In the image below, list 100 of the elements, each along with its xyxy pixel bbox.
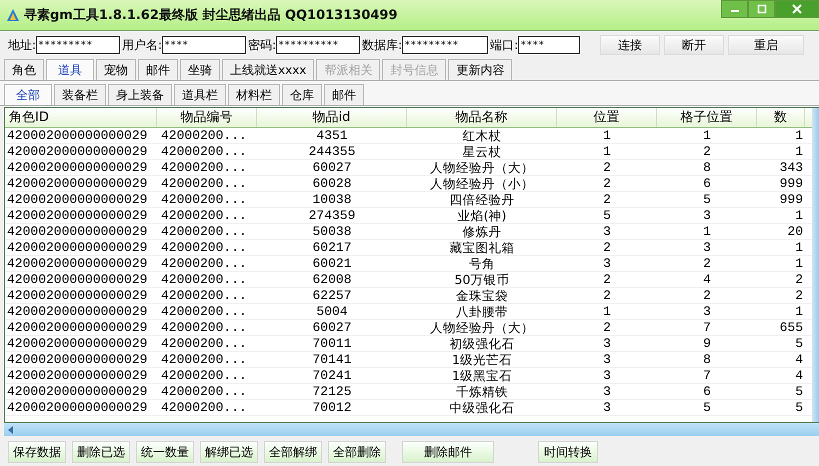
horizontal-scrollbar[interactable] (4, 423, 819, 436)
table-cell-text: 1级光芒石 (451, 352, 513, 367)
action-button[interactable]: 删除已选 (72, 441, 130, 463)
tab[interactable]: 身上装备 (108, 84, 172, 105)
table-cell-text: 420002000000000029 (6, 208, 148, 223)
column-header[interactable]: 物品名称 (407, 108, 557, 127)
tab[interactable]: 装备栏 (54, 84, 106, 105)
action-button[interactable]: 删除邮件 (402, 441, 494, 463)
field-label: 数据库: (362, 36, 402, 54)
text-field[interactable]: **** (162, 36, 246, 54)
table-cell-text: 420002000000000029 (6, 256, 148, 271)
tab[interactable]: 仓库 (282, 84, 322, 105)
table-cell-text: 5 (702, 192, 712, 207)
table-cell-text: 星云杖 (462, 144, 502, 159)
tab[interactable]: 宠物 (96, 59, 136, 80)
tab[interactable]: 上线就送xxxx (222, 59, 314, 80)
table-cell-text: 42000200... (160, 256, 248, 271)
table-cell-text: 420002000000000029 (6, 160, 148, 175)
tab[interactable]: 角色 (4, 59, 44, 80)
table-cell-text: 四倍经验丹 (448, 192, 516, 207)
table-cell-text: 2 (602, 192, 612, 207)
field-label: 用户名: (122, 36, 162, 54)
table-cell-text: 2 (702, 144, 712, 159)
maximize-icon (756, 4, 766, 14)
text-field[interactable]: **** (518, 36, 580, 54)
table-cell-text: 999 (778, 176, 804, 191)
table-cell-text: 号角 (468, 256, 496, 271)
table-cell-text: 3 (602, 400, 612, 415)
tab[interactable]: 更新内容 (448, 59, 512, 80)
table-cell-text: 1 (602, 144, 612, 159)
column-header[interactable]: 角色ID (5, 108, 157, 127)
table-cell-text: 2 (602, 160, 612, 175)
text-field[interactable]: ********* (36, 36, 120, 54)
close-icon (792, 4, 802, 14)
column-header[interactable]: 数 (757, 108, 805, 127)
close-button[interactable] (775, 0, 819, 18)
table-cell-text: 2 (602, 272, 612, 287)
action-button[interactable]: 统一数量 (136, 441, 194, 463)
table-cell-text: 初级强化石 (448, 336, 516, 351)
table-cell-text: 420002000000000029 (6, 384, 148, 399)
column-header[interactable]: 格子位置 (657, 108, 757, 127)
tab[interactable]: 邮件 (138, 59, 178, 80)
column-header[interactable]: 物品id (257, 108, 407, 127)
table-cell-text: 千炼精铁 (455, 384, 509, 399)
table-cell-text: 8 (702, 352, 712, 367)
field-label: 端口: (490, 36, 518, 54)
table-cell-text: 1 (702, 224, 712, 239)
table-cell-text: 70141 (311, 352, 352, 367)
toolbar-button[interactable]: 重启 (728, 35, 804, 55)
table-cell-text: 5 (794, 400, 804, 415)
table-cell-text: 9 (702, 336, 712, 351)
table-cell-text: 420002000000000029 (6, 288, 148, 303)
table-cell-text: 藏宝图礼箱 (448, 240, 516, 255)
tab[interactable]: 全部 (4, 84, 52, 105)
toolbar-button[interactable]: 连接 (600, 35, 660, 55)
table-cell-text: 4 (702, 272, 712, 287)
table-cell-text: 42000200... (160, 208, 248, 223)
action-button[interactable]: 全部删除 (328, 441, 386, 463)
vertical-scrollbar[interactable] (812, 108, 819, 422)
table-cell-text: 70241 (311, 368, 352, 383)
table-cell-text: 3 (602, 352, 612, 367)
scroll-left-arrow-icon (8, 426, 14, 434)
text-field[interactable]: ********** (276, 36, 360, 54)
table-cell-text: 3 (702, 240, 712, 255)
column-header[interactable]: 位置 (557, 108, 657, 127)
tab[interactable]: 道具 (46, 59, 94, 80)
table-cell-text: 3 (602, 336, 612, 351)
table-cell-text: 10038 (311, 192, 352, 207)
table-cell-text: 人物经验丹（大） (429, 320, 535, 335)
table-cell-text: 3 (702, 208, 712, 223)
action-button[interactable]: 保存数据 (8, 441, 66, 463)
text-field[interactable]: ********* (402, 36, 488, 54)
table-cell-text: 50万银币 (454, 272, 510, 287)
table-cell-text: 42000200... (160, 384, 248, 399)
table-cell-text: 42000200... (160, 368, 248, 383)
table-cell-text: 420002000000000029 (6, 304, 148, 319)
table-cell-text: 2 (702, 256, 712, 271)
action-button[interactable]: 全部解绑 (264, 441, 322, 463)
table-cell-text: 62257 (311, 288, 352, 303)
table-cell-text: 3 (702, 304, 712, 319)
table-cell-text: 2 (602, 320, 612, 335)
table-cell-text: 5 (602, 208, 612, 223)
action-button[interactable]: 解绑已选 (200, 441, 258, 463)
action-button[interactable]: 时间转换 (538, 441, 598, 463)
tab[interactable]: 邮件 (324, 84, 364, 105)
table-cell-text: 5 (794, 336, 804, 351)
minimize-button[interactable] (721, 0, 748, 18)
tab[interactable]: 坐骑 (180, 59, 220, 80)
column-header[interactable]: 物品编号 (157, 108, 257, 127)
tab[interactable]: 道具栏 (174, 84, 226, 105)
table-cell-text: 42000200... (160, 304, 248, 319)
table-cell-text: 42000200... (160, 128, 248, 143)
maximize-button[interactable] (748, 0, 775, 18)
field-label: 密码: (248, 36, 276, 54)
table-cell-text: 420002000000000029 (6, 176, 148, 191)
table-cell-text: 42000200... (160, 144, 248, 159)
table-cell-text: 420002000000000029 (6, 192, 148, 207)
table-cell-text: 62008 (311, 272, 352, 287)
toolbar-button[interactable]: 断开 (664, 35, 724, 55)
tab[interactable]: 材料栏 (228, 84, 280, 105)
